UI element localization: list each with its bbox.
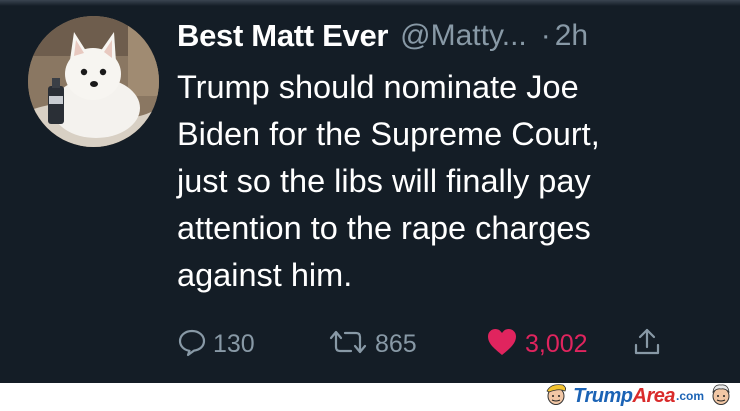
like-button[interactable]: 3,002 xyxy=(485,322,588,366)
username-handle[interactable]: @Matty... xyxy=(400,19,527,53)
heart-icon xyxy=(485,326,519,363)
tweet-text-line: against him. xyxy=(177,257,353,293)
retweet-arrows-icon xyxy=(327,327,369,362)
tweet-text-line: Biden for the Supreme Court, xyxy=(177,116,600,152)
tweet-text-line: attention to the rape charges xyxy=(177,210,591,246)
tweet-card: Best Matt Ever @Matty... · 2h Trump shou… xyxy=(0,0,740,383)
logo-text-area: Area xyxy=(632,384,676,407)
watermark-footer: TrumpArea .com xyxy=(0,383,740,408)
share-button[interactable] xyxy=(632,322,662,366)
dog-avatar-image xyxy=(28,16,159,147)
logo-text-trump: Trump xyxy=(573,384,633,407)
logo-text-com: .com xyxy=(675,389,704,403)
separator-dot: · xyxy=(540,19,551,52)
previous-tweet-edge xyxy=(0,0,740,6)
tweet-text-line: just so the libs will finally pay xyxy=(177,163,591,199)
like-count: 3,002 xyxy=(525,329,588,358)
retweet-button[interactable]: 865 xyxy=(327,322,417,366)
share-upload-icon xyxy=(632,326,662,363)
tweet-text: Trump should nominate Joe Biden for the … xyxy=(177,64,722,299)
speech-bubble-icon xyxy=(177,327,207,362)
avatar[interactable] xyxy=(28,16,159,147)
retweet-count: 865 xyxy=(375,329,417,358)
reply-button[interactable]: 130 xyxy=(177,322,255,366)
tweet-text-line: Trump should nominate Joe xyxy=(177,69,579,105)
reply-count: 130 xyxy=(213,329,255,358)
tweet-actions: 130 865 3,002 xyxy=(177,322,717,366)
timestamp[interactable]: 2h xyxy=(555,19,588,53)
tweet-header: Best Matt Ever @Matty... · 2h xyxy=(177,14,588,58)
cartoon-face-icon xyxy=(708,382,734,411)
trumparea-logo: TrumpArea .com xyxy=(543,382,734,411)
display-name[interactable]: Best Matt Ever xyxy=(177,18,388,54)
cartoon-face-icon xyxy=(543,382,569,411)
